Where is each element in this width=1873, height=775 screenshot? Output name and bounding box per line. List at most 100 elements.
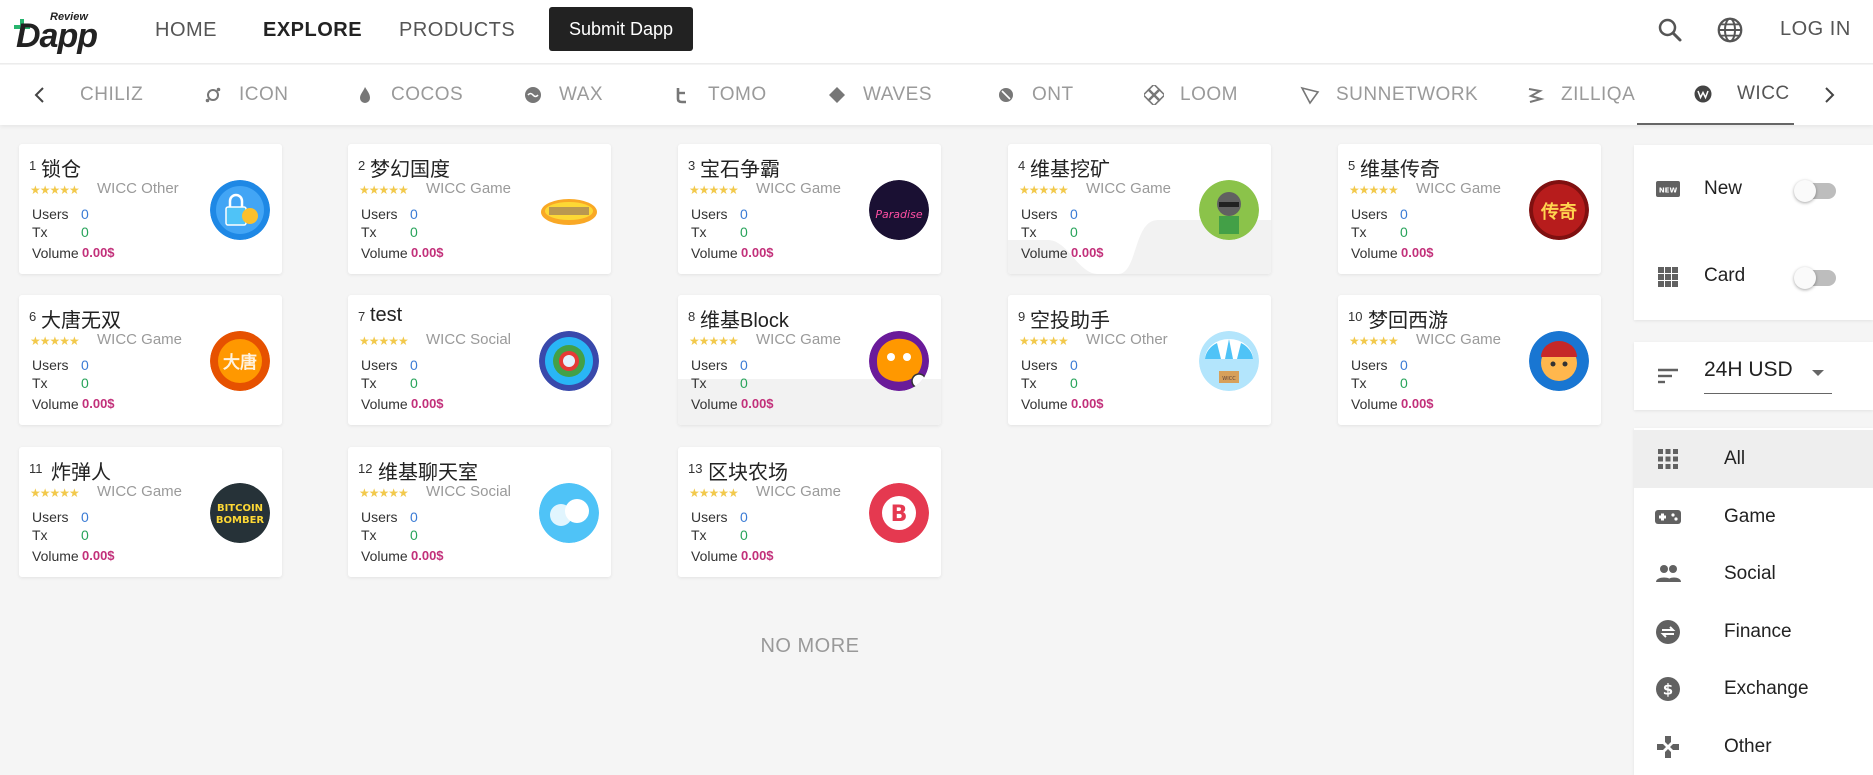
tab-zilliqa[interactable]: ZILLIQA — [1525, 65, 1635, 125]
waves-diamond-icon — [829, 87, 845, 103]
tab-chiliz[interactable]: CHILIZ — [80, 65, 143, 125]
svg-text:NEW: NEW — [1659, 187, 1678, 195]
volume-label: Volume — [361, 548, 408, 564]
tab-waves[interactable]: WAVES — [827, 65, 932, 125]
dapp-card[interactable]: 3 宝石争霸 ★★★★★ WICC Game Users 0 Tx 0 Volu… — [678, 144, 941, 274]
wax-icon — [525, 87, 541, 103]
journey-west-logo — [1529, 331, 1589, 391]
dapp-category: WICC Game — [756, 180, 842, 197]
tab-loom[interactable]: LOOM — [1144, 65, 1238, 125]
volume-label: Volume — [691, 245, 738, 261]
category-list: All Game Social Finance $ Exchange Other — [1634, 428, 1873, 775]
chevron-right-icon[interactable] — [1817, 83, 1841, 107]
dapp-card[interactable]: 12 维基聊天室 ★★★★★ WICC Social Users 0 Tx 0 … — [348, 447, 611, 577]
dapp-rank: 10 — [1348, 309, 1363, 324]
sort-select[interactable]: 24H USD — [1704, 358, 1832, 394]
new-switch[interactable] — [1794, 180, 1836, 202]
category-game[interactable]: Game — [1634, 488, 1873, 546]
volume-value: 0.00$ — [1071, 245, 1104, 260]
svg-text:$: $ — [1663, 681, 1673, 699]
dapp-card[interactable]: 8 维基Block ★★★★★ WICC Game Users 0 Tx 0 V… — [678, 295, 941, 425]
tx-label: Tx — [361, 375, 377, 391]
nav-home[interactable]: HOME — [155, 19, 217, 42]
users-value: 0 — [1400, 206, 1408, 222]
volume-value: 0.00$ — [741, 245, 774, 260]
users-value: 0 — [740, 509, 748, 525]
globe-icon[interactable] — [1715, 15, 1745, 45]
top-header: Review Dapp HOME EXPLORE PRODUCTS Submit… — [0, 0, 1873, 64]
loom-icon — [1144, 85, 1164, 105]
card-switch[interactable] — [1794, 267, 1836, 289]
volume-value: 0.00$ — [82, 396, 115, 411]
tx-label: Tx — [1021, 375, 1037, 391]
dapp-card[interactable]: 1 锁仓 ★★★★★ WICC Other Users 0 Tx 0 Volum… — [19, 144, 282, 274]
dapp-category: WICC Social — [426, 331, 512, 348]
dapp-review-logo[interactable]: Review Dapp — [14, 9, 98, 53]
dapp-category: WICC Other — [1086, 331, 1168, 348]
chain-tab-bar: CHILIZ ICON COCOS WAX TOMO WAVES ONT LOO… — [0, 65, 1873, 125]
volume-label: Volume — [32, 245, 79, 261]
tab-ont[interactable]: ONT — [996, 65, 1074, 125]
users-label: Users — [361, 357, 398, 373]
submit-dapp-button[interactable]: Submit Dapp — [549, 7, 693, 51]
rating-stars: ★★★★★ — [1019, 183, 1069, 197]
volume-value: 0.00$ — [1401, 245, 1434, 260]
tab-label: WAVES — [863, 84, 933, 105]
logo-text: 传奇 — [1540, 201, 1577, 223]
login-link[interactable]: LOG IN — [1780, 18, 1851, 41]
search-icon[interactable] — [1655, 15, 1685, 45]
tab-tomo[interactable]: TOMO — [672, 65, 767, 125]
category-label: All — [1724, 448, 1746, 469]
dapp-category: WICC Game — [97, 331, 183, 348]
dapp-rank: 3 — [688, 158, 696, 173]
dapp-name: 区块农场 — [708, 462, 788, 484]
dapp-card[interactable]: 5 维基传奇 ★★★★★ WICC Game Users 0 Tx 0 Volu… — [1338, 144, 1601, 274]
tx-value: 0 — [410, 527, 418, 543]
users-label: Users — [691, 357, 728, 373]
category-finance[interactable]: Finance — [1634, 603, 1873, 661]
dapp-card[interactable]: 11 炸弹人 ★★★★★ WICC Game Users 0 Tx 0 Volu… — [19, 447, 282, 577]
rating-stars: ★★★★★ — [1349, 334, 1399, 348]
block-farm-logo: B — [869, 483, 929, 543]
tab-label: COCOS — [391, 84, 464, 105]
dapp-category: WICC Social — [426, 483, 512, 500]
tab-label: ICON — [239, 84, 289, 105]
tab-cocos[interactable]: COCOS — [355, 65, 463, 125]
dapp-card[interactable]: 7 test ★★★★★ WICC Social Users 0 Tx 0 Vo… — [348, 295, 611, 425]
nav-products[interactable]: PRODUCTS — [399, 19, 515, 42]
dapp-name: 维基Block — [700, 310, 789, 332]
tab-label: CHILIZ — [80, 84, 144, 105]
dapp-card[interactable]: 2 梦幻国度 ★★★★★ WICC Game Users 0 Tx 0 Volu… — [348, 144, 611, 274]
users-label: Users — [1021, 357, 1058, 373]
tab-sunnetwork[interactable]: SUNNETWORK — [1300, 65, 1478, 125]
dapp-card[interactable]: 10 梦回西游 ★★★★★ WICC Game Users 0 Tx 0 Vol… — [1338, 295, 1601, 425]
category-other[interactable]: Other — [1634, 718, 1873, 775]
volume-value: 0.00$ — [741, 396, 774, 411]
tab-wax[interactable]: WAX — [523, 65, 603, 125]
category-all[interactable]: All — [1634, 430, 1873, 488]
cocos-flame-icon — [360, 87, 370, 103]
chevron-left-icon[interactable] — [28, 83, 52, 107]
dapp-category: WICC Game — [756, 331, 842, 348]
dapp-rank: 6 — [29, 309, 37, 324]
dapp-card[interactable]: 6 大唐无双 ★★★★★ WICC Game Users 0 Tx 0 Volu… — [19, 295, 282, 425]
nav-explore[interactable]: EXPLORE — [263, 19, 362, 42]
dapp-card[interactable]: 4 维基挖矿 ★★★★★ WICC Game Users 0 Tx 0 Volu… — [1008, 144, 1271, 274]
dapp-card[interactable]: 9 空投助手 ★★★★★ WICC Other Users 0 Tx 0 Vol… — [1008, 295, 1271, 425]
category-label: Game — [1724, 506, 1776, 527]
tab-icon[interactable]: ICON — [203, 65, 289, 125]
volume-label: Volume — [691, 396, 738, 412]
users-value: 0 — [81, 206, 89, 222]
dapp-rank: 13 — [688, 461, 703, 476]
category-social[interactable]: Social — [1634, 545, 1873, 603]
dapp-card[interactable]: 13 区块农场 ★★★★★ WICC Game Users 0 Tx 0 Vol… — [678, 447, 941, 577]
view-toggles-panel: NEW New Card — [1634, 145, 1873, 320]
tx-label: Tx — [1351, 224, 1367, 240]
volume-label: Volume — [361, 245, 408, 261]
dapp-name: 锁仓 — [41, 159, 81, 181]
tx-value: 0 — [740, 527, 748, 543]
rating-stars: ★★★★★ — [30, 183, 80, 197]
volume-value: 0.00$ — [82, 245, 115, 260]
tab-wicc[interactable]: WICC — [1637, 65, 1794, 125]
category-exchange[interactable]: $ Exchange — [1634, 660, 1873, 718]
